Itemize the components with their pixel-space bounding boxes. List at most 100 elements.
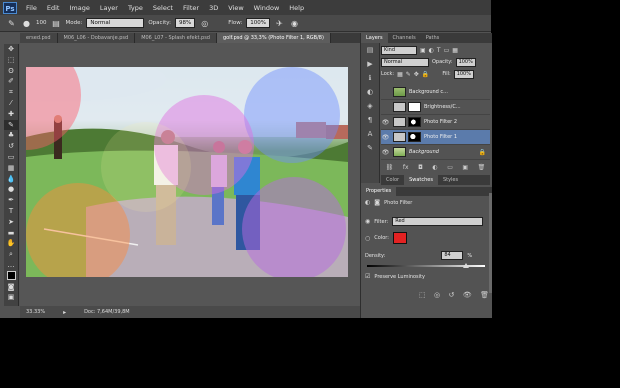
marquee-tool-icon[interactable]: ⬚: [4, 55, 18, 66]
layer-row-selected[interactable]: 👁 Photo Filter 1: [381, 130, 490, 145]
fill-field[interactable]: 100%: [453, 69, 474, 79]
lock-all-icon[interactable]: 🔒: [422, 71, 429, 78]
properties-scrollbar[interactable]: [489, 193, 492, 293]
brush-size[interactable]: 100: [36, 20, 47, 26]
history-panel-icon[interactable]: ▤: [361, 43, 379, 57]
tab-channels[interactable]: Channels: [388, 33, 421, 43]
tab-swatches[interactable]: Swatches: [404, 175, 438, 185]
clone-stamp-tool-icon[interactable]: ♣: [4, 130, 18, 141]
layer-name[interactable]: Photo Filter 1: [424, 134, 457, 140]
tab-properties[interactable]: Properties: [361, 187, 397, 196]
actions-panel-icon[interactable]: ▶: [361, 57, 379, 71]
filter-smart-object-icon[interactable]: ▦: [452, 47, 458, 54]
view-previous-icon[interactable]: ◎: [434, 291, 440, 301]
character-panel-icon[interactable]: A: [361, 127, 379, 141]
layer-row[interactable]: 👁 Photo Filter 2: [381, 115, 490, 130]
filter-radio-selected-icon[interactable]: ◉: [365, 218, 370, 225]
density-slider-thumb[interactable]: [463, 263, 470, 268]
gradient-tool-icon[interactable]: ▦: [4, 163, 18, 174]
tab-color[interactable]: Color: [381, 175, 404, 185]
menu-file[interactable]: File: [21, 4, 42, 12]
blend-mode-select[interactable]: Normal: [381, 57, 429, 67]
brush-panel-icon[interactable]: ▤: [51, 18, 62, 29]
paragraph-panel-icon[interactable]: ¶: [361, 113, 379, 127]
tab-paths[interactable]: Paths: [421, 33, 445, 43]
quick-mask-icon[interactable]: ◙: [4, 282, 18, 293]
clip-to-layer-icon[interactable]: ⬚: [419, 291, 426, 301]
layer-name[interactable]: Background: [409, 149, 439, 155]
filter-adjustment-icon[interactable]: ◐: [429, 47, 434, 54]
mask-toggle-icon[interactable]: ◙: [374, 199, 380, 206]
airbrush-icon[interactable]: ✈: [274, 18, 285, 29]
brush-tool-icon[interactable]: ✎: [6, 18, 17, 29]
menu-image[interactable]: Image: [64, 4, 94, 12]
opacity-field[interactable]: 98%: [174, 18, 196, 28]
layer-opacity-field[interactable]: 100%: [455, 57, 476, 67]
menu-help[interactable]: Help: [284, 4, 309, 12]
tab-document-1[interactable]: ersed.psd: [20, 33, 58, 43]
healing-tool-icon[interactable]: ✚: [4, 109, 18, 120]
lock-position-icon[interactable]: ✥: [414, 71, 419, 78]
pen-tool-icon[interactable]: ✒: [4, 195, 18, 206]
more-tools-icon[interactable]: …: [4, 260, 18, 271]
lock-pixels-icon[interactable]: ✎: [406, 71, 411, 78]
lasso-tool-icon[interactable]: ʘ: [4, 66, 18, 77]
eraser-tool-icon[interactable]: ▭: [4, 152, 18, 163]
pressure-opacity-icon[interactable]: ◎: [199, 18, 210, 29]
brush-panel-icon[interactable]: ✎: [361, 141, 379, 155]
foreground-background-color-icon[interactable]: [4, 270, 18, 282]
mode-select[interactable]: Normal: [86, 18, 145, 28]
add-mask-icon[interactable]: ◘: [418, 164, 423, 173]
layer-name[interactable]: Photo Filter 2: [424, 119, 457, 125]
zoom-level[interactable]: 33.33%: [26, 309, 45, 315]
lock-transparency-icon[interactable]: ▦: [397, 71, 403, 78]
eyedropper-tool-icon[interactable]: ⁄: [4, 98, 18, 109]
density-field[interactable]: 84: [441, 251, 464, 260]
filter-shape-icon[interactable]: ▭: [444, 47, 450, 54]
visibility-eye-icon[interactable]: 👁: [381, 149, 390, 156]
menu-view[interactable]: View: [223, 4, 248, 12]
layer-name[interactable]: Background c...: [409, 89, 448, 95]
color-radio-icon[interactable]: ○: [365, 235, 370, 242]
zoom-tool-icon[interactable]: ⌕: [4, 249, 18, 260]
tab-document-2[interactable]: M06_L06 - Dobavanje.psd: [57, 33, 136, 43]
new-adjustment-icon[interactable]: ◐: [432, 164, 437, 173]
menu-select[interactable]: Select: [148, 4, 178, 12]
move-tool-icon[interactable]: ✥: [4, 44, 18, 55]
navigator-panel-icon[interactable]: ◈: [361, 99, 379, 113]
menu-filter[interactable]: Filter: [178, 4, 204, 12]
brush-preset-icon[interactable]: ●: [21, 18, 32, 29]
color-swatch[interactable]: [392, 232, 407, 244]
status-menu-icon[interactable]: ▸: [59, 307, 70, 318]
link-layers-icon[interactable]: ⛓: [386, 164, 394, 173]
preserve-luminosity-checkbox[interactable]: ☑: [365, 273, 370, 280]
menu-type[interactable]: Type: [123, 4, 148, 12]
new-layer-icon[interactable]: ▣: [462, 164, 468, 173]
density-slider[interactable]: [367, 263, 485, 268]
golf-photo-canvas[interactable]: [26, 67, 348, 277]
filter-type-icon[interactable]: T: [437, 47, 441, 54]
pressure-size-icon[interactable]: ◉: [289, 18, 300, 29]
menu-edit[interactable]: Edit: [42, 4, 65, 12]
tab-layers[interactable]: Layers: [361, 33, 388, 43]
flow-field[interactable]: 100%: [246, 18, 271, 28]
tab-styles[interactable]: Styles: [438, 175, 463, 185]
type-tool-icon[interactable]: T: [4, 206, 18, 217]
kind-filter-select[interactable]: Kind: [381, 45, 417, 55]
dodge-tool-icon[interactable]: ●: [4, 184, 18, 195]
quick-select-tool-icon[interactable]: ✐: [4, 76, 18, 87]
layer-row[interactable]: Brightness/C...: [381, 100, 490, 115]
visibility-eye-icon[interactable]: 👁: [381, 134, 390, 141]
visibility-eye-icon[interactable]: 👁: [381, 119, 390, 126]
menu-window[interactable]: Window: [249, 4, 285, 12]
add-style-icon[interactable]: fx: [403, 164, 409, 173]
delete-layer-icon[interactable]: 🗑: [478, 164, 486, 173]
layer-row[interactable]: Background c...: [381, 85, 490, 100]
layer-name[interactable]: Brightness/C...: [424, 104, 461, 110]
crop-tool-icon[interactable]: ⌗: [4, 87, 18, 98]
toggle-visibility-icon[interactable]: 👁: [463, 291, 472, 301]
info-panel-icon[interactable]: ℹ: [361, 71, 379, 85]
history-brush-tool-icon[interactable]: ↺: [4, 141, 18, 152]
filter-pixel-icon[interactable]: ▣: [420, 47, 426, 54]
screen-mode-icon[interactable]: ▣: [4, 292, 18, 303]
